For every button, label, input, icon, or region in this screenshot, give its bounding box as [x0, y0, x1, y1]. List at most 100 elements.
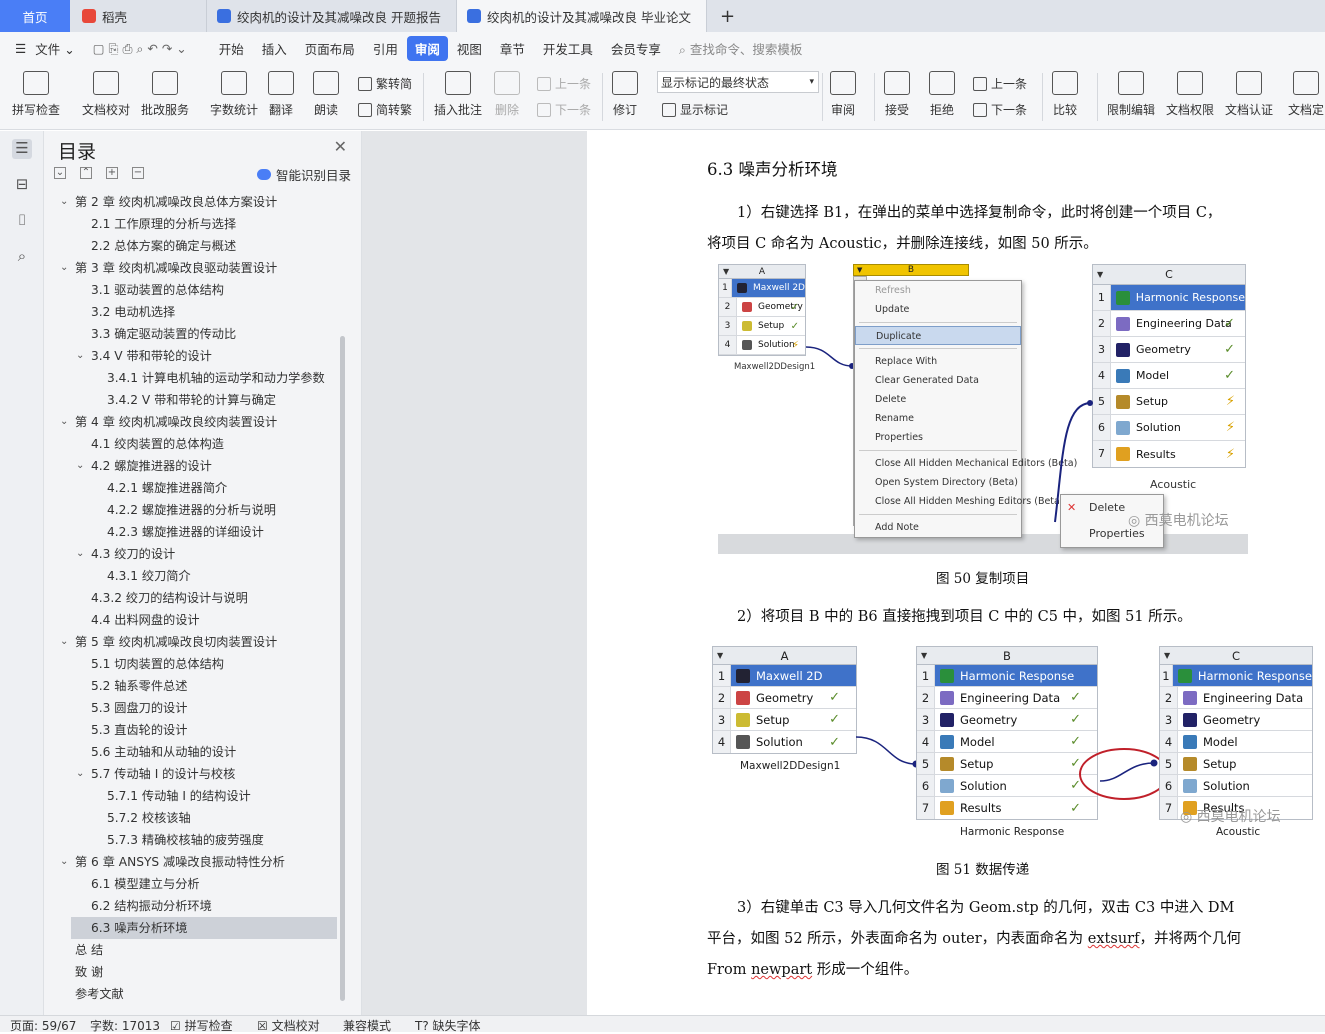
prev-change-button[interactable]: 上一条: [973, 75, 1027, 92]
toc-item[interactable]: 总 结: [44, 939, 334, 961]
toc-item[interactable]: 4.2.3 螺旋推进器的详细设计: [44, 521, 334, 543]
toc-item[interactable]: 3.4.1 计算电机轴的运动学和动力学参数: [44, 367, 334, 389]
doc-final-button[interactable]: 文档定: [1288, 71, 1324, 118]
menu-member[interactable]: 会员专享: [602, 39, 670, 58]
status-page[interactable]: 页面: 59/67: [10, 1017, 76, 1034]
chevron-down-icon[interactable]: ⌄: [76, 345, 84, 367]
remove-entry-icon[interactable]: −: [132, 167, 144, 179]
toc-item[interactable]: ⌄ 第 6 章 ANSYS 减噪改良振动特性分析: [44, 851, 334, 873]
read-aloud-button[interactable]: 朗读: [313, 71, 339, 118]
bookmark-icon[interactable]: ⌷: [12, 211, 32, 231]
spell-check-button[interactable]: 拼写检查: [12, 71, 60, 118]
accept-button[interactable]: 接受: [884, 71, 910, 118]
toc-item[interactable]: ⌄ 5.7 传动轴 I 的设计与校核: [44, 763, 334, 785]
status-doc-check[interactable]: ☒ 文档校对: [257, 1017, 320, 1034]
menu-view[interactable]: 视图: [448, 39, 491, 58]
markup-state-select[interactable]: 显示标记的最终状态 ▾: [657, 71, 819, 93]
status-spell-check[interactable]: ☑ 拼写检查: [170, 1017, 233, 1034]
chevron-down-icon[interactable]: ⌄: [76, 455, 84, 477]
restrict-edit-button[interactable]: 限制编辑: [1107, 71, 1155, 118]
toc-item[interactable]: 3.2 电动机选择: [44, 301, 334, 323]
status-word-count[interactable]: 字数: 17013: [90, 1017, 160, 1034]
toc-item[interactable]: 5.7.2 校核该轴: [44, 807, 334, 829]
toc-item[interactable]: 4.3.1 绞刀简介: [44, 565, 334, 587]
toc-item[interactable]: 4.3.2 绞刀的结构设计与说明: [44, 587, 334, 609]
menu-insert[interactable]: 插入: [253, 39, 296, 58]
hamburger-menu-icon[interactable]: ☰: [6, 41, 35, 56]
toc-item[interactable]: 4.2.1 螺旋推进器简介: [44, 477, 334, 499]
tab-proposal-doc[interactable]: 绞肉机的设计及其减噪改良 开题报告: [207, 0, 457, 32]
search-icon[interactable]: ⌕: [12, 247, 32, 267]
toc-item[interactable]: 4.4 出料网盘的设计: [44, 609, 334, 631]
menu-start[interactable]: 开始: [210, 39, 253, 58]
toc-item[interactable]: ⌄ 第 2 章 绞肉机减噪改良总体方案设计: [44, 191, 334, 213]
chevron-down-icon[interactable]: ⌄: [76, 763, 84, 785]
chevron-down-icon[interactable]: ⌄: [60, 411, 68, 433]
toc-item[interactable]: 5.1 切肉装置的总体结构: [44, 653, 334, 675]
toc-item[interactable]: ⌄ 3.4 V 带和带轮的设计: [44, 345, 334, 367]
toc-item[interactable]: 5.6 主动轴和从动轴的设计: [44, 741, 334, 763]
toc-item[interactable]: 4.2.2 螺旋推进器的分析与说明: [44, 499, 334, 521]
toc-item[interactable]: 6.2 结构振动分析环境: [44, 895, 334, 917]
chevron-down-icon[interactable]: ⌄: [60, 191, 68, 213]
chevron-down-icon[interactable]: ⌄: [60, 631, 68, 653]
toc-item[interactable]: 2.1 工作原理的分析与选择: [44, 213, 334, 235]
status-missing-font[interactable]: T? 缺失字体: [415, 1017, 481, 1034]
reject-button[interactable]: 拒绝: [929, 71, 955, 118]
menu-reference[interactable]: 引用: [364, 39, 407, 58]
toc-item[interactable]: ⌄ 4.2 螺旋推进器的设计: [44, 455, 334, 477]
delete-comment-button[interactable]: 删除: [494, 71, 520, 118]
toc-scrollbar[interactable]: [340, 336, 345, 1001]
trad-to-simp-button[interactable]: 繁转简: [358, 75, 412, 92]
toc-item[interactable]: ⌄ 第 3 章 绞肉机减噪改良驱动装置设计: [44, 257, 334, 279]
toc-item[interactable]: 5.3 直齿轮的设计: [44, 719, 334, 741]
menu-devtools[interactable]: 开发工具: [534, 39, 602, 58]
menu-chapter[interactable]: 章节: [491, 39, 534, 58]
translate-button[interactable]: 翻译: [268, 71, 294, 118]
toc-item[interactable]: ⌄ 第 5 章 绞肉机减噪改良切肉装置设计: [44, 631, 334, 653]
menu-review[interactable]: 审阅: [406, 36, 448, 61]
next-comment-button[interactable]: 下一条: [537, 101, 591, 118]
smart-toc-button[interactable]: 智能识别目录: [256, 165, 351, 184]
chevron-down-icon[interactable]: ⌄: [60, 851, 68, 873]
close-icon[interactable]: ✕: [334, 137, 347, 156]
navigation-icon[interactable]: ⊟: [12, 175, 32, 195]
command-search[interactable]: ⌕ 查找命令、搜索模板: [670, 39, 812, 58]
simp-to-trad-button[interactable]: 简转繁: [358, 101, 412, 118]
toc-item[interactable]: 2.2 总体方案的确定与概述: [44, 235, 334, 257]
toc-item[interactable]: 致 谢: [44, 961, 334, 983]
quick-access-icons[interactable]: ▢ ⎘ ⎙ ⌕ ↶ ↷ ⌄: [84, 41, 196, 57]
toc-item[interactable]: 3.4.2 V 带和带轮的计算与确定: [44, 389, 334, 411]
show-marks-button[interactable]: 显示标记: [662, 101, 728, 118]
collapse-all-icon[interactable]: ⌄: [54, 167, 66, 179]
comment-service-button[interactable]: 批改服务: [141, 71, 189, 118]
toc-panel-icon[interactable]: ☰: [12, 139, 32, 159]
toc-item[interactable]: 4.1 绞肉装置的总体构造: [44, 433, 334, 455]
toc-item[interactable]: 6.1 模型建立与分析: [44, 873, 334, 895]
review-pane-button[interactable]: 审阅: [830, 71, 856, 118]
toc-item[interactable]: 3.3 确定驱动装置的传动比: [44, 323, 334, 345]
new-tab-button[interactable]: +: [710, 0, 740, 32]
document-page[interactable]: 6.3 噪声分析环境 1）右键选择 B1，在弹出的菜单中选择复制命令，此时将创建…: [587, 131, 1325, 1015]
toc-item[interactable]: 3.1 驱动装置的总体结构: [44, 279, 334, 301]
toc-item[interactable]: ⌄ 4.3 绞刀的设计: [44, 543, 334, 565]
expand-all-icon[interactable]: ⌃: [80, 167, 92, 179]
chevron-down-icon[interactable]: ⌄: [76, 543, 84, 565]
insert-comment-button[interactable]: 插入批注: [434, 71, 482, 118]
add-entry-icon[interactable]: +: [106, 167, 118, 179]
tab-daoke[interactable]: 稻壳: [72, 0, 207, 32]
tab-home[interactable]: 首页: [0, 0, 70, 32]
doc-check-button[interactable]: 文档校对: [82, 71, 130, 118]
toc-item[interactable]: ⌄ 第 4 章 绞肉机减噪改良绞肉装置设计: [44, 411, 334, 433]
toc-item[interactable]: 5.7.1 传动轴 I 的结构设计: [44, 785, 334, 807]
toc-item[interactable]: 5.2 轴系零件总述: [44, 675, 334, 697]
compare-button[interactable]: 比较: [1052, 71, 1078, 118]
next-change-button[interactable]: 下一条: [973, 101, 1027, 118]
toc-item[interactable]: 6.3 噪声分析环境: [71, 917, 337, 939]
doc-cert-button[interactable]: 文档认证: [1225, 71, 1273, 118]
toc-item[interactable]: 参考文献: [44, 983, 334, 1005]
toc-item[interactable]: 5.7.3 精确校核轴的疲劳强度: [44, 829, 334, 851]
chevron-down-icon[interactable]: ⌄: [60, 257, 68, 279]
toc-item[interactable]: 5.3 圆盘刀的设计: [44, 697, 334, 719]
prev-comment-button[interactable]: 上一条: [537, 75, 591, 92]
